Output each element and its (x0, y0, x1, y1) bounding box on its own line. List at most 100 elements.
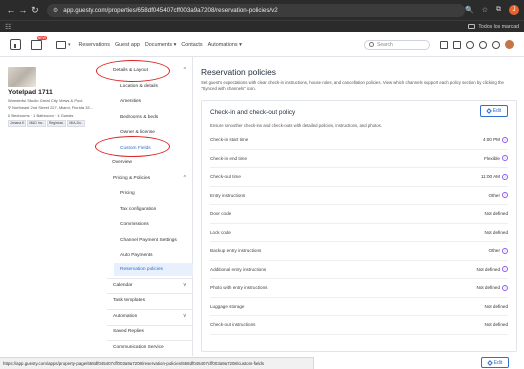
sidebar-item-saved-replies[interactable]: Saved Replies (113, 329, 144, 334)
edit-button-label: Edit (492, 108, 502, 114)
bookmark-folder[interactable]: Todos los marcad (468, 24, 519, 30)
chevron-down-icon[interactable]: v (184, 282, 187, 288)
sidebar-item-reservation-policies[interactable]: Reservation policies (120, 267, 163, 272)
page-description: Set guest's expectations with clear chec… (201, 80, 504, 91)
link-status-bar: https://app.guesty.com/apps/property-pag… (0, 357, 314, 369)
search-placeholder: Search (377, 41, 393, 48)
row-label: Additional entry instructions (210, 266, 267, 272)
info-icon[interactable]: i (502, 266, 508, 273)
annotation-oval (95, 136, 170, 157)
chevron-up-icon[interactable]: ^ (184, 67, 186, 73)
table-row: Check-in start time 4:00 PM i (210, 131, 508, 150)
row-value-text: Not defined (484, 211, 509, 217)
sidebar-item-auto-payments[interactable]: Auto Payments (120, 253, 153, 258)
row-label: Lock code (210, 229, 231, 235)
chevron-down-icon[interactable]: ▾ (68, 42, 71, 48)
row-value: Not defined (485, 322, 509, 327)
chevron-down-icon[interactable]: v (184, 313, 187, 319)
listing-address-text: Northeast 2nd Street 227, Miami, Florida… (12, 105, 93, 110)
divider (107, 340, 193, 341)
card-description: Ensure smoother check-ins and check-outs… (210, 123, 382, 128)
row-value-text: Flexible (484, 155, 500, 161)
chevron-up-icon[interactable]: ^ (184, 175, 186, 181)
table-row: Entry instructions Other i (210, 187, 508, 205)
info-icon[interactable]: i (502, 247, 508, 254)
info-icon[interactable]: i (502, 155, 508, 162)
search-input[interactable]: Search (364, 39, 430, 50)
extensions-icon[interactable]: ⧉ (496, 6, 501, 14)
sidebar-item-commissions[interactable]: Commissions (120, 222, 149, 227)
row-value: Not defined (485, 304, 509, 309)
sidebar-item-pricing-policies[interactable]: Pricing & Policies (113, 176, 150, 181)
nav-reservations[interactable]: Reservations (79, 42, 110, 48)
sidebar-item-communication-service[interactable]: Communication Service (113, 345, 164, 350)
sidebar-item-tax-configuration[interactable]: Tax configuration (120, 207, 156, 212)
row-value-text: Not defined (476, 266, 501, 272)
card-title: Check-in and check-out policy (210, 109, 296, 116)
edit-button-label: Edit (493, 359, 503, 366)
sidebar-item-channel-payment-settings[interactable]: Channel Payment Settings (120, 238, 177, 243)
row-label: Check-in start time (210, 137, 249, 143)
row-value: Other i (488, 247, 508, 254)
row-label: Check-out time (210, 174, 241, 180)
top-nav: Reservations Guest app Documents ▾ Conta… (79, 42, 242, 48)
table-row: Additional entry instructions Not defined… (210, 261, 508, 279)
sidebar-item-owner-license[interactable]: Owner & license (120, 130, 155, 135)
nav-documents[interactable]: Documents ▾ (145, 42, 176, 48)
row-value: 4:00 PM i (483, 136, 508, 143)
info-icon[interactable]: i (502, 284, 508, 291)
home-icon[interactable] (10, 39, 21, 50)
listing-address: ⚲ Northeast 2nd Street 227, Miami, Flori… (8, 105, 93, 110)
building-icon[interactable] (440, 40, 448, 49)
zoom-icon[interactable]: 🔍 (465, 6, 474, 14)
dashboard-icon[interactable] (56, 40, 66, 49)
tag[interactable]: Registrat.. (46, 120, 67, 127)
nav-contacts[interactable]: Contacts (181, 42, 202, 48)
nav-automations[interactable]: Automations ▾ (208, 42, 242, 48)
search-icon (369, 42, 374, 47)
profile-avatar[interactable]: J (509, 5, 520, 15)
sidebar-item-task-templates[interactable]: Task templates (113, 298, 145, 303)
row-value: Flexible i (484, 155, 508, 162)
forward-icon[interactable]: → (17, 5, 29, 15)
sidebar-item-automation[interactable]: Automation (113, 314, 137, 319)
clock-icon[interactable] (466, 40, 474, 49)
sidebar-item-calendar[interactable]: Calendar (113, 283, 132, 288)
info-icon[interactable]: i (502, 192, 508, 199)
sidebar-item-location-details[interactable]: Location & details (120, 84, 158, 89)
row-label: Backup entry instructions (210, 248, 262, 254)
sidebar-item-amenities[interactable]: Amenities (120, 99, 141, 104)
edit-button[interactable]: Edit (480, 105, 508, 117)
row-label: Check-in end time (210, 155, 248, 161)
listing-photo (8, 67, 36, 87)
info-icon[interactable]: i (502, 173, 508, 180)
site-info-icon[interactable]: ⚙ (53, 7, 58, 14)
row-value-text: Other (488, 248, 501, 254)
sidebar-item-pricing[interactable]: Pricing (120, 191, 135, 196)
divider (107, 325, 193, 326)
user-avatar[interactable] (505, 40, 514, 49)
help-icon[interactable] (479, 40, 487, 49)
calendar-icon[interactable]: NEW (31, 35, 47, 50)
sidebar-item-overview[interactable]: Overview (112, 160, 132, 165)
nav-guest-app[interactable]: Guest app (115, 42, 140, 48)
tag[interactable]: MIA-Do.. (67, 120, 85, 127)
bookmark-star-icon[interactable]: ☆ (482, 6, 488, 14)
listing-tags: Johana K M&D Inv.. Registrat.. MIA-Do.. (8, 120, 85, 127)
divider (107, 278, 193, 279)
reload-icon[interactable]: ↻ (29, 5, 41, 16)
info-icon[interactable]: i (502, 136, 508, 143)
row-value: Not defined (485, 211, 509, 216)
table-row: Check-out time 11:00 AM i (210, 168, 508, 187)
edit-button[interactable]: Edit (481, 357, 509, 368)
table-row: Check-in end time Flexible i (210, 150, 508, 168)
address-bar[interactable]: ⚙ app.guesty.com/properties/658df045407c… (46, 3, 466, 17)
tag[interactable]: M&D Inv.. (27, 120, 46, 127)
back-icon[interactable]: ← (5, 5, 17, 15)
apps-grid-icon[interactable]: ☷ (5, 23, 11, 31)
grid-icon[interactable] (453, 40, 461, 49)
notifications-icon[interactable] (492, 40, 500, 49)
row-value-text: Not defined (484, 303, 509, 309)
sidebar-item-bedrooms-beds[interactable]: Bedrooms & beds (120, 115, 158, 120)
tag[interactable]: Johana K (8, 120, 27, 127)
